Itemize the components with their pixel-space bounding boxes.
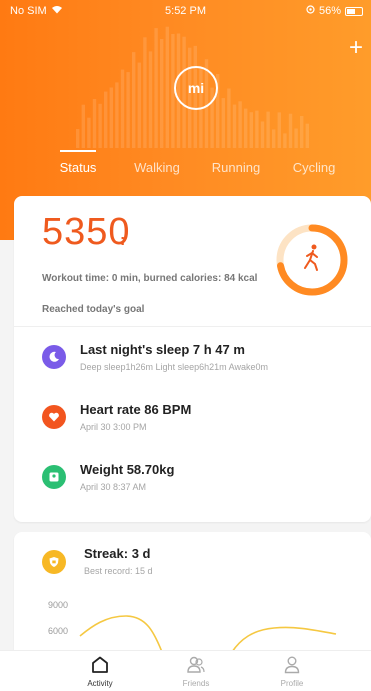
decor-bar — [227, 88, 231, 148]
decor-bar — [272, 129, 276, 148]
friends-icon — [187, 656, 205, 673]
activity-tabs: Status Walking Running Cycling — [0, 152, 371, 186]
decor-bar — [266, 111, 270, 148]
goal-status: Reached today's goal — [42, 304, 145, 315]
decor-bar — [294, 128, 298, 148]
decor-bar — [288, 113, 293, 148]
decor-bar — [126, 72, 130, 148]
decor-bar — [98, 103, 102, 148]
decor-bar — [87, 117, 91, 148]
nav-profile[interactable]: Profile — [262, 655, 322, 691]
streak-best-record: Best record: 15 d — [84, 566, 153, 576]
decor-bar — [120, 69, 125, 148]
heart-rate-row[interactable]: Heart rate 86 BPM April 30 3:00 PM — [42, 402, 362, 442]
decor-bar — [260, 121, 265, 148]
decor-bar — [154, 28, 158, 149]
heart-icon — [42, 405, 66, 429]
decor-bar — [160, 39, 164, 148]
nav-profile-label: Profile — [280, 679, 304, 688]
nav-activity-label: Activity — [87, 679, 113, 688]
decor-bar — [249, 112, 253, 148]
battery-percent: 56% — [318, 5, 341, 17]
trend-line — [79, 615, 337, 653]
mi-band-logo[interactable]: mi — [174, 66, 218, 110]
decor-bar — [232, 104, 237, 148]
weight-time: April 30 8:37 AM — [80, 482, 147, 492]
tab-status[interactable]: Status — [60, 160, 97, 175]
step-count[interactable]: 5350 — [42, 212, 131, 252]
profile-icon — [284, 656, 300, 674]
sleep-details: Deep sleep1h26m Light sleep6h21m Awake0m — [80, 362, 268, 372]
card-divider — [14, 326, 371, 327]
decor-bar — [109, 87, 113, 148]
tab-cycling[interactable]: Cycling — [293, 160, 336, 175]
decor-bar — [132, 52, 136, 148]
summary-card: 5350 : Workout time: 0 min, burned calor… — [14, 196, 371, 522]
decor-bar — [104, 91, 108, 148]
nav-activity[interactable]: Activity — [70, 655, 130, 691]
battery-icon — [345, 6, 363, 16]
streak-title: Streak: 3 d — [84, 546, 151, 561]
decor-bar — [148, 51, 153, 148]
weight-row[interactable]: Weight 58.70kg April 30 8:37 AM — [42, 462, 362, 502]
decor-bar — [283, 133, 287, 148]
decor-bar — [137, 62, 141, 148]
sleep-title: Last night's sleep 7 h 47 m — [80, 342, 245, 357]
moon-icon — [42, 345, 66, 369]
decor-bar — [305, 123, 309, 148]
decor-bar — [76, 129, 80, 148]
decor-bar — [277, 112, 281, 148]
decor-bar — [143, 37, 147, 148]
sleep-row[interactable]: Last night's sleep 7 h 47 m Deep sleep1h… — [42, 342, 362, 382]
logo-text: mi — [187, 80, 205, 96]
add-button[interactable]: + — [349, 36, 363, 60]
heart-rate-time: April 30 3:00 PM — [80, 422, 147, 432]
decor-bar — [300, 116, 304, 148]
nav-friends-label: Friends — [182, 679, 210, 688]
decor-bar — [221, 98, 225, 148]
nav-friends[interactable]: Friends — [166, 655, 226, 691]
decor-bar — [244, 108, 248, 148]
goal-progress-ring[interactable] — [274, 222, 350, 298]
step-count-suffix: : — [120, 232, 126, 249]
tab-running[interactable]: Running — [212, 160, 260, 175]
workout-summary: Workout time: 0 min, burned calories: 84… — [42, 273, 258, 284]
weight-title: Weight 58.70kg — [80, 462, 175, 477]
tab-walking[interactable]: Walking — [134, 160, 180, 175]
decor-bar — [115, 82, 119, 148]
home-icon — [92, 656, 108, 673]
decor-bar — [165, 26, 169, 149]
decor-bar — [81, 104, 85, 148]
location-icon — [306, 5, 315, 17]
status-bar: No SIM 5:52 PM 56% — [0, 0, 371, 24]
shield-icon — [42, 550, 66, 574]
heart-rate-title: Heart rate 86 BPM — [80, 402, 192, 417]
decor-bar — [238, 101, 242, 148]
bottom-navigation: Activity Friends Profile — [0, 650, 371, 691]
walking-person-icon — [304, 244, 318, 271]
decor-bar — [92, 99, 97, 148]
decor-bar — [255, 110, 259, 148]
scale-icon — [42, 465, 66, 489]
